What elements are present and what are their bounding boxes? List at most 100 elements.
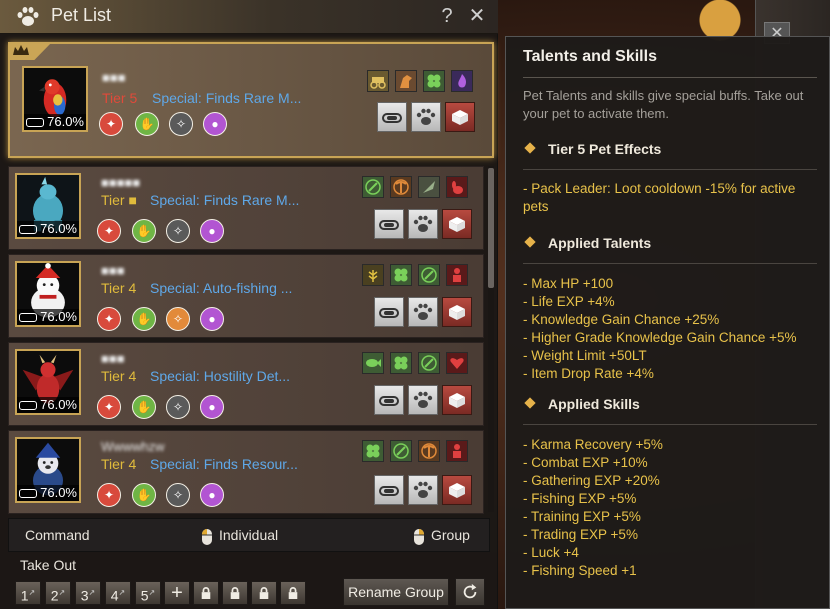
tooltip-title: Talents and Skills bbox=[523, 48, 657, 65]
seal-pet-button[interactable] bbox=[442, 209, 472, 239]
hunger-readout: 76.0% bbox=[17, 397, 79, 413]
food-bowl-icon bbox=[382, 113, 402, 123]
feed-button[interactable] bbox=[377, 102, 407, 132]
clover-icon bbox=[390, 264, 412, 286]
pet-tier: Tier 4 bbox=[101, 456, 137, 472]
pet-tier: Tier ■ bbox=[101, 192, 137, 208]
seal-pet-button[interactable] bbox=[442, 297, 472, 327]
box-icon bbox=[449, 305, 465, 320]
lock-icon[interactable] bbox=[222, 581, 248, 605]
skill-line: - Gathering EXP +20% bbox=[523, 473, 660, 488]
skill-combat-icon: ✦ bbox=[97, 395, 121, 419]
skill-gather-icon: ✋ bbox=[132, 395, 156, 419]
skill-compass-icon: ✧ bbox=[169, 112, 193, 136]
talent-line: - Higher Grade Knowledge Gain Chance +5% bbox=[523, 330, 797, 345]
mouse-left-icon bbox=[202, 529, 212, 545]
pet-special: Special: Hostility Det... bbox=[150, 368, 291, 384]
tooltip-description: Pet Talents and skills give special buff… bbox=[523, 88, 804, 121]
horse-icon bbox=[395, 70, 417, 92]
pet-command-button[interactable] bbox=[408, 297, 438, 327]
tier-effect-line: - Pack Leader: Loot cooldown -15% for ac… bbox=[523, 181, 796, 214]
skill-combat-icon: ✦ bbox=[97, 219, 121, 243]
group-command-label[interactable]: Group bbox=[431, 527, 470, 543]
tooltip-divider bbox=[523, 77, 817, 78]
seal-pet-button[interactable] bbox=[445, 102, 475, 132]
close-button[interactable]: ✕ bbox=[466, 4, 488, 28]
feed-button[interactable] bbox=[374, 385, 404, 415]
skill-luck-icon: ● bbox=[200, 219, 224, 243]
skill-luck-icon: ● bbox=[200, 483, 224, 507]
title-bar[interactable]: Pet List ? ✕ bbox=[0, 0, 498, 34]
skill-line: - Combat EXP +10% bbox=[523, 455, 648, 470]
talent-line: - Item Drop Rate +4% bbox=[523, 366, 654, 381]
pet-command-button[interactable] bbox=[408, 475, 438, 505]
rename-group-button[interactable]: Rename Group bbox=[343, 578, 449, 606]
pet-row[interactable]: 76.0% ■■■ Tier 4 Special: Auto-fishing .… bbox=[8, 254, 484, 338]
skill-combat-icon: ✦ bbox=[97, 307, 121, 331]
skill-line: - Trading EXP +5% bbox=[523, 527, 638, 542]
add-slot-button[interactable]: + bbox=[164, 581, 190, 605]
paw-icon bbox=[413, 481, 433, 498]
scrollbar-thumb[interactable] bbox=[488, 168, 494, 288]
pet-special: Special: Finds Rare M... bbox=[150, 192, 300, 208]
pet-command-button[interactable] bbox=[411, 102, 441, 132]
pet-row-selected[interactable]: 76.0% ■■■ Tier 5 Special: Finds Rare M..… bbox=[8, 42, 494, 158]
take-out-slot-1[interactable]: 1↗ bbox=[15, 581, 41, 605]
pet-portrait[interactable]: 76.0% bbox=[15, 261, 81, 327]
pet-name: ■■■ bbox=[102, 70, 126, 85]
feed-button[interactable] bbox=[374, 297, 404, 327]
clover-icon bbox=[390, 352, 412, 374]
diamond-icon bbox=[524, 142, 536, 154]
fish-icon bbox=[362, 352, 384, 374]
pet-portrait[interactable]: 76.0% bbox=[22, 66, 88, 132]
pet-command-button[interactable] bbox=[408, 385, 438, 415]
pet-command-button[interactable] bbox=[408, 209, 438, 239]
food-bowl-icon bbox=[19, 225, 37, 234]
help-button[interactable]: ? bbox=[437, 4, 457, 28]
crown-icon bbox=[13, 45, 29, 55]
paw-icon bbox=[17, 7, 39, 26]
pet-portrait[interactable]: 76.0% bbox=[15, 173, 81, 239]
take-out-slot-2[interactable]: 2↗ bbox=[45, 581, 71, 605]
pet-portrait[interactable]: 76.0% bbox=[15, 349, 81, 415]
pet-row[interactable]: 76.0% Wwwwhzw Tier 4 Special: Finds Reso… bbox=[8, 430, 484, 514]
section-divider bbox=[523, 169, 817, 170]
food-bowl-icon bbox=[379, 396, 399, 406]
take-out-slot-4[interactable]: 4↗ bbox=[105, 581, 131, 605]
food-bowl-icon bbox=[379, 220, 399, 230]
feed-button[interactable] bbox=[374, 209, 404, 239]
paw-icon bbox=[416, 108, 436, 125]
pet-row[interactable]: 76.0% ■■■■■ Tier ■ Special: Finds Rare M… bbox=[8, 166, 484, 250]
wheat-icon bbox=[362, 264, 384, 286]
food-bowl-icon bbox=[379, 486, 399, 496]
seal-pet-button[interactable] bbox=[442, 385, 472, 415]
take-out-slot-5[interactable]: 5↗ bbox=[135, 581, 161, 605]
skill-line: - Fishing EXP +5% bbox=[523, 491, 637, 506]
pet-portrait[interactable]: 76.0% bbox=[15, 437, 81, 503]
seal-pet-button[interactable] bbox=[442, 475, 472, 505]
command-bar: Command Individual Group bbox=[8, 518, 490, 552]
box-icon bbox=[452, 110, 468, 125]
section-divider bbox=[523, 424, 817, 425]
person-icon bbox=[446, 264, 468, 286]
refresh-button[interactable] bbox=[455, 578, 485, 606]
box-icon bbox=[449, 217, 465, 232]
pet-tier: Tier 4 bbox=[101, 280, 137, 296]
box-icon bbox=[449, 393, 465, 408]
skill-gather-icon: ✋ bbox=[135, 112, 159, 136]
paw-icon bbox=[413, 303, 433, 320]
lock-icon[interactable] bbox=[193, 581, 219, 605]
pet-name: ■■■■■ bbox=[101, 175, 141, 190]
pet-tier: Tier 4 bbox=[101, 368, 137, 384]
food-bowl-icon bbox=[19, 313, 37, 322]
heart-icon bbox=[446, 352, 468, 374]
feed-button[interactable] bbox=[374, 475, 404, 505]
lock-icon[interactable] bbox=[280, 581, 306, 605]
pet-row[interactable]: 76.0% ■■■ Tier 4 Special: Hostility Det.… bbox=[8, 342, 484, 426]
individual-command-label[interactable]: Individual bbox=[219, 527, 278, 543]
lock-icon[interactable] bbox=[251, 581, 277, 605]
food-bowl-icon bbox=[19, 401, 37, 410]
take-out-slot-3[interactable]: 3↗ bbox=[75, 581, 101, 605]
skill-compass-icon: ✧ bbox=[166, 483, 190, 507]
food-bowl-icon bbox=[19, 489, 37, 498]
